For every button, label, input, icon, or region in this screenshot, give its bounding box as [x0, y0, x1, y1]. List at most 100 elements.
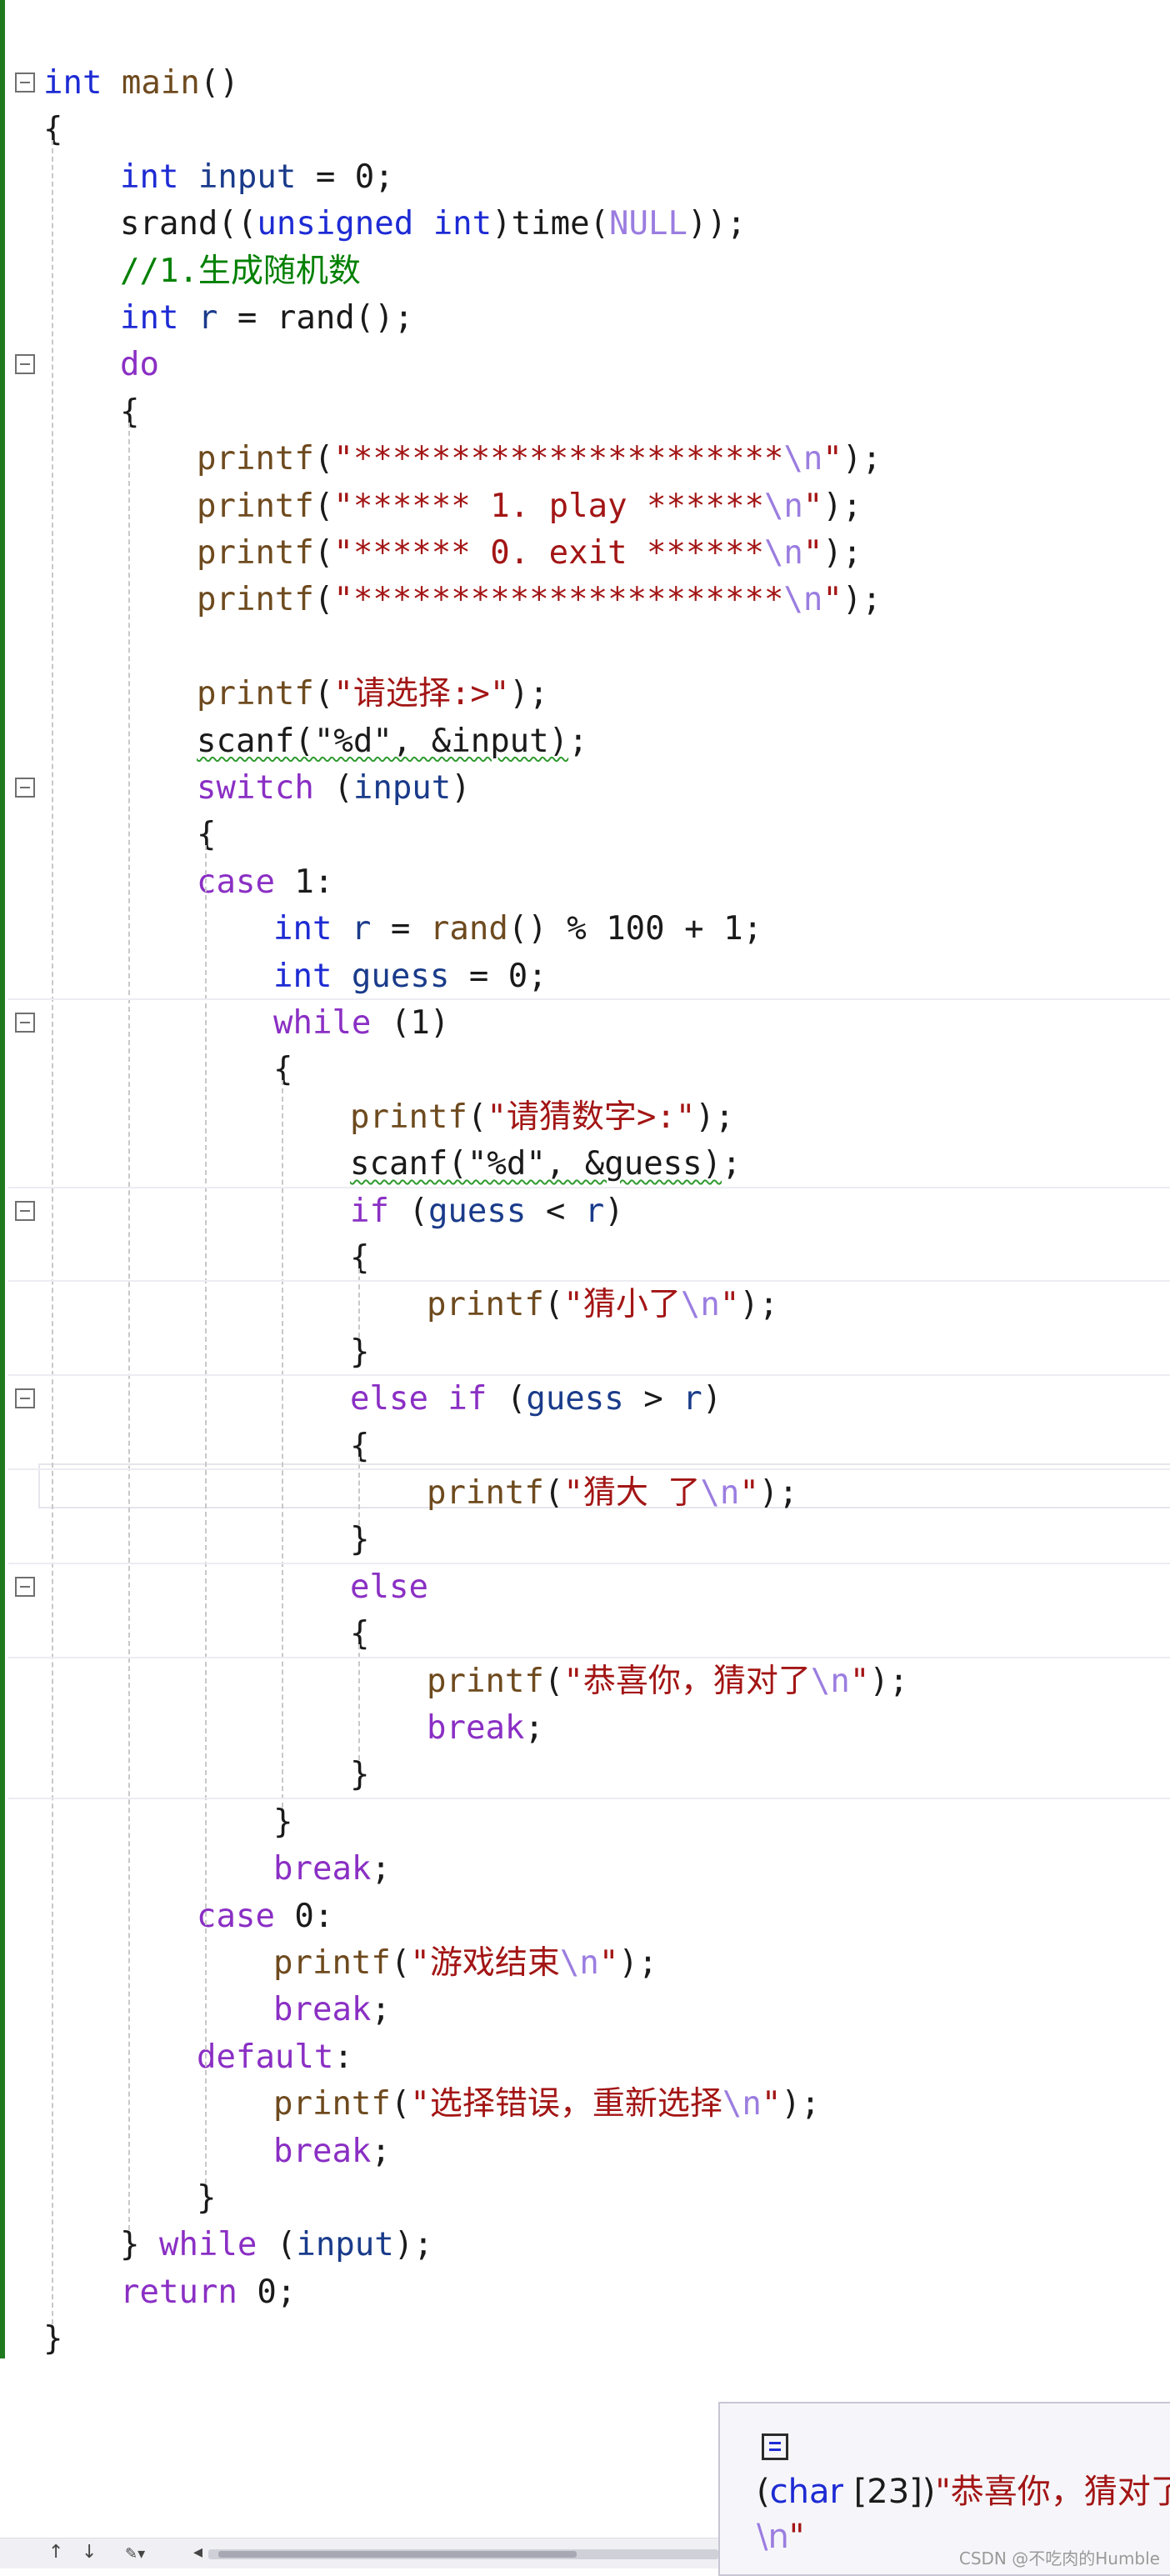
- code-token: ": [739, 1474, 759, 1512]
- code-line[interactable]: }: [0, 1752, 1170, 1798]
- scrollbar-thumb[interactable]: [218, 2551, 577, 2558]
- code-text: printf("恭喜你，猜对了\n");: [427, 1658, 908, 1705]
- code-line[interactable]: printf("游戏结束\n");: [0, 1940, 1170, 1987]
- code-line[interactable]: case 1:: [0, 859, 1170, 906]
- collapse-region-icon[interactable]: [15, 1013, 35, 1033]
- code-line[interactable]: else if (guess > r): [0, 1376, 1170, 1423]
- code-token: <: [526, 1192, 585, 1230]
- code-token: \n: [700, 1474, 740, 1512]
- code-token: "请猜数字>:": [487, 1098, 696, 1136]
- code-token: (: [467, 1098, 488, 1136]
- code-text: scanf("%d", &guess);: [350, 1141, 742, 1188]
- code-token: r: [332, 910, 372, 948]
- code-line[interactable]: scanf("%d", &input);: [0, 718, 1170, 765]
- code-editor[interactable]: int main(){int input = 0; srand((unsigned…: [0, 0, 1170, 2358]
- collapse-region-icon[interactable]: [15, 1576, 35, 1597]
- code-token: 0;: [237, 2273, 297, 2311]
- code-line[interactable]: printf("请猜数字>:");: [0, 1094, 1170, 1141]
- brush-dropdown-icon[interactable]: ✎▾: [125, 2545, 145, 2563]
- code-line[interactable]: }: [0, 1329, 1170, 1376]
- code-line[interactable]: int guess = 0;: [0, 953, 1170, 1000]
- code-text: break;: [427, 1705, 544, 1752]
- code-line[interactable]: int r = rand();: [0, 295, 1170, 342]
- code-line[interactable]: {: [0, 1423, 1170, 1470]
- code-line[interactable]: while (1): [0, 1000, 1170, 1047]
- code-line[interactable]: printf("****** 1. play ******\n");: [0, 483, 1170, 530]
- collapse-region-icon[interactable]: [15, 1388, 35, 1409]
- code-line[interactable]: printf("选择错误，重新选择\n");: [0, 2081, 1170, 2128]
- code-line[interactable]: do: [0, 342, 1170, 388]
- code-line[interactable]: [0, 624, 1170, 671]
- code-line[interactable]: default:: [0, 2034, 1170, 2081]
- code-line[interactable]: printf("猜大 了\n");: [0, 1470, 1170, 1517]
- code-line[interactable]: switch (input): [0, 765, 1170, 812]
- code-text: printf("****** 0. exit ******\n");: [197, 530, 862, 577]
- code-line[interactable]: }: [0, 2175, 1170, 2222]
- collapse-region-icon[interactable]: [15, 1200, 35, 1221]
- code-text: printf("猜小了\n");: [427, 1282, 778, 1328]
- code-line[interactable]: {: [0, 107, 1170, 153]
- code-line[interactable]: printf("请选择:>");: [0, 671, 1170, 718]
- collapse-region-icon[interactable]: [15, 778, 35, 798]
- code-token: printf: [197, 487, 314, 525]
- collapse-region-icon[interactable]: [15, 354, 35, 375]
- code-token: int: [432, 205, 492, 243]
- region-separator: [8, 1562, 1170, 1564]
- code-text: printf("猜大 了\n");: [427, 1470, 798, 1517]
- code-token: scanf("%d", &input): [197, 722, 569, 760]
- code-token: = 0;: [449, 957, 548, 995]
- code-line[interactable]: //1.生成随机数: [0, 248, 1170, 295]
- code-text: int guess = 0;: [273, 953, 548, 1000]
- code-line[interactable]: }: [0, 1799, 1170, 1846]
- code-line[interactable]: return 0;: [0, 2269, 1170, 2316]
- code-line[interactable]: break;: [0, 1705, 1170, 1752]
- code-token: r: [682, 1380, 702, 1418]
- code-line[interactable]: printf("**********************\n");: [0, 436, 1170, 483]
- code-line[interactable]: break;: [0, 1987, 1170, 2033]
- code-line[interactable]: int main(): [0, 60, 1170, 107]
- code-line[interactable]: srand((unsigned int)time(NULL));: [0, 201, 1170, 248]
- code-text: scanf("%d", &input);: [197, 718, 588, 765]
- code-line[interactable]: {: [0, 1611, 1170, 1658]
- code-token: ): [604, 1192, 624, 1230]
- code-line[interactable]: {: [0, 1235, 1170, 1282]
- code-line[interactable]: printf("****** 0. exit ******\n");: [0, 530, 1170, 577]
- code-line[interactable]: break;: [0, 1846, 1170, 1893]
- code-token: (: [487, 1380, 527, 1418]
- code-line[interactable]: printf("**********************\n");: [0, 577, 1170, 623]
- code-line[interactable]: if (guess < r): [0, 1188, 1170, 1235]
- indent-guide: [128, 422, 130, 2231]
- code-line[interactable]: printf("猜小了\n");: [0, 1282, 1170, 1328]
- code-line[interactable]: } while (input);: [0, 2222, 1170, 2268]
- code-line[interactable]: int r = rand() % 100 + 1;: [0, 906, 1170, 953]
- scroll-left-icon[interactable]: ◂: [193, 2542, 202, 2563]
- code-line[interactable]: {: [0, 812, 1170, 858]
- tooltip-escape: \n: [757, 2518, 789, 2556]
- enum-member-icon: [762, 2433, 788, 2460]
- code-line[interactable]: {: [0, 1047, 1170, 1093]
- code-text: printf("选择错误，重新选择\n");: [273, 2081, 820, 2128]
- code-text: break;: [273, 1987, 391, 2033]
- code-line[interactable]: printf("恭喜你，猜对了\n");: [0, 1658, 1170, 1705]
- code-line[interactable]: }: [0, 2316, 1170, 2363]
- navigate-up-icon[interactable]: ↑: [48, 2542, 63, 2563]
- collapse-region-icon[interactable]: [15, 73, 35, 93]
- code-line[interactable]: {: [0, 389, 1170, 436]
- code-token: }: [43, 2320, 63, 2358]
- code-token: \n: [559, 1944, 599, 1982]
- code-token: }: [350, 1333, 370, 1371]
- code-text: case 0:: [197, 1893, 333, 1940]
- code-line[interactable]: }: [0, 1517, 1170, 1563]
- code-line[interactable]: break;: [0, 2128, 1170, 2175]
- code-line[interactable]: scanf("%d", &guess);: [0, 1141, 1170, 1188]
- editor-status-bar: ↑ ↓ ✎▾ ◂: [0, 2538, 718, 2568]
- code-line[interactable]: case 0:: [0, 1893, 1170, 1940]
- code-token: \n: [763, 534, 803, 572]
- code-token: guess: [332, 957, 450, 995]
- tooltip-value: "恭喜你，猜对了: [935, 2473, 1170, 2511]
- code-token: break: [273, 1991, 372, 2029]
- code-token: () % 100 + 1;: [508, 910, 763, 948]
- code-line[interactable]: else: [0, 1564, 1170, 1611]
- navigate-down-icon[interactable]: ↓: [82, 2542, 97, 2563]
- code-line[interactable]: int input = 0;: [0, 154, 1170, 201]
